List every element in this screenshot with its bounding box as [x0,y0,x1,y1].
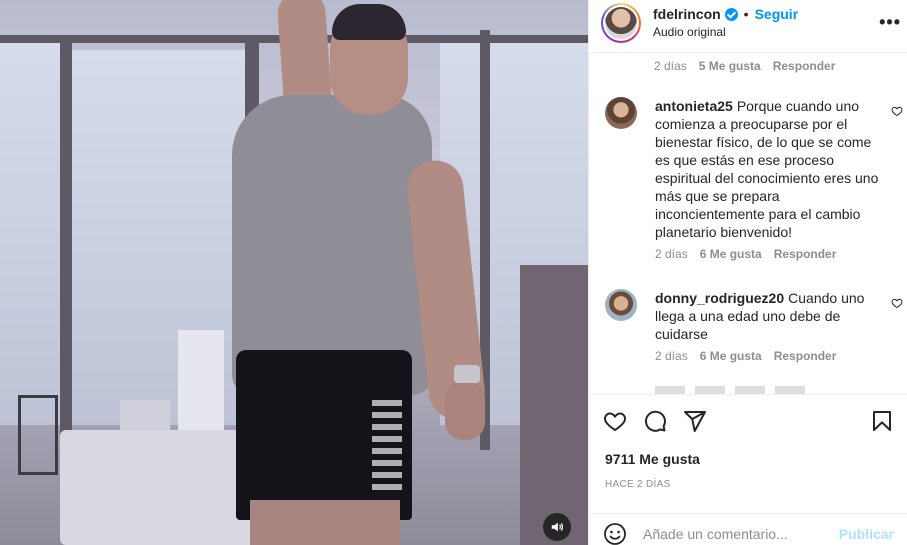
publish-button[interactable]: Publicar [839,526,894,542]
bookmark-icon[interactable] [870,409,894,433]
comment-likes[interactable]: 6 Me gusta [700,247,762,261]
shelf [520,265,588,545]
comment-meta: 2 días 5 Me gusta Responder [654,59,835,73]
comment-text: Porque cuando uno comienza a preocuparse… [655,98,879,240]
comment-item: antonieta25 Porque cuando uno comienza a … [605,97,905,261]
likes-count[interactable]: 9711 Me gusta [589,451,907,467]
partial-comment [655,386,805,394]
comment-username[interactable]: antonieta25 [655,98,733,114]
post-actions: 9711 Me gusta HACE 2 DÍAS [589,394,907,490]
comment-meta: 2 días 6 Me gusta Responder [655,349,883,363]
speaker-icon[interactable] [543,513,571,541]
comment-likes[interactable]: 5 Me gusta [699,59,761,73]
header-row: fdelrincon • Seguir [653,6,798,22]
audio-link[interactable]: Audio original [653,25,798,39]
comments-list[interactable]: 2 días 5 Me gusta Responder antonieta25 P… [589,52,907,394]
window-left [0,40,60,425]
post-date[interactable]: HACE 2 DÍAS [589,479,907,490]
comment-item: donny_rodriguez20 Cuando uno llega a una … [605,289,905,363]
person-hand [445,380,485,440]
reply-button[interactable]: Responder [774,349,837,363]
header-text: fdelrincon • Seguir Audio original [653,6,798,39]
post-panel: fdelrincon • Seguir Audio original ••• 2… [588,0,907,545]
separator-dot: • [743,6,749,22]
comment-time[interactable]: 2 días [655,349,688,363]
avatar-inner [603,4,639,41]
comment-time[interactable]: 2 días [655,247,688,261]
share-icon[interactable] [683,409,707,433]
action-icons [589,395,907,447]
emoji-icon[interactable] [603,522,627,545]
avatar[interactable] [605,289,637,321]
author-username[interactable]: fdelrincon [653,6,721,22]
heart-icon[interactable] [891,297,903,309]
heart-icon[interactable] [891,105,903,117]
comment-text-block: antonieta25 Porque cuando uno comienza a … [655,97,883,241]
reply-button[interactable]: Responder [773,59,836,73]
window-frame [60,40,72,440]
shorts-print [372,400,402,490]
comment-input[interactable] [643,525,839,542]
follow-button[interactable]: Seguir [755,6,799,22]
sofa [60,430,260,545]
lamp [18,395,58,475]
reply-button[interactable]: Responder [774,247,837,261]
avatar-image [605,6,637,39]
comment-text-block: donny_rodriguez20 Cuando uno llega a una … [655,289,883,343]
comment-username[interactable]: donny_rodriguez20 [655,290,784,306]
comment-body: donny_rodriguez20 Cuando uno llega a una … [655,289,883,363]
more-options-icon[interactable]: ••• [879,12,901,33]
post-video[interactable] [0,0,588,545]
person-legs [250,500,400,545]
post-header: fdelrincon • Seguir Audio original ••• [589,0,907,45]
comment-time[interactable]: 2 días [654,59,687,73]
building [178,330,224,440]
comment-meta: 2 días 6 Me gusta Responder [655,247,883,261]
comment-icon[interactable] [643,409,667,433]
person-hair [332,4,406,40]
avatar[interactable] [605,97,637,129]
comment-likes[interactable]: 6 Me gusta [700,349,762,363]
heart-icon[interactable] [603,409,627,433]
verified-badge-icon [724,7,738,21]
comment-body: antonieta25 Porque cuando uno comienza a … [655,97,883,261]
avatar[interactable] [601,2,641,43]
add-comment-bar: Publicar [589,513,907,545]
wristwatch [454,365,480,383]
